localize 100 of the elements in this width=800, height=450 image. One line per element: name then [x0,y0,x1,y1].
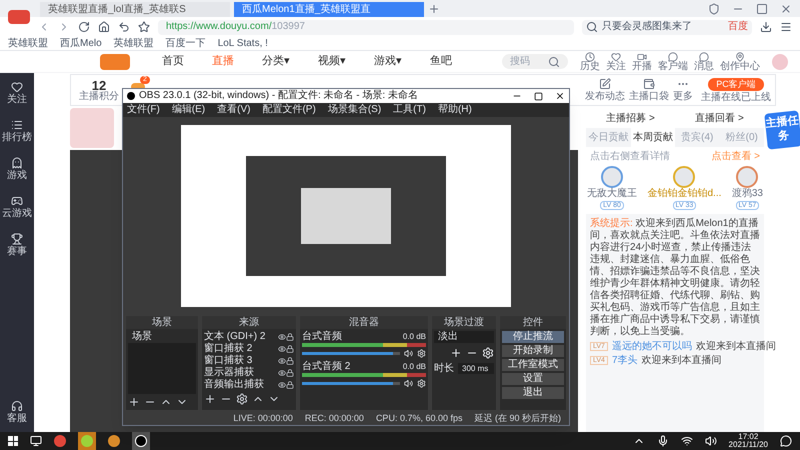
channel-reading: 0.0 dB [402,361,426,372]
menu-item[interactable]: 工具(T) [393,105,426,115]
bookmark[interactable]: LoL Stats, ! [218,38,268,48]
menu-item[interactable]: 编辑(E) [172,105,206,115]
room-link[interactable]: 主播招募 > [606,114,655,124]
header-link[interactable]: 消息 [694,52,714,72]
lock-icon[interactable] [286,345,294,353]
shield-icon[interactable] [708,3,720,15]
toolbar-item[interactable]: 发布动态 [585,78,625,102]
lock-icon[interactable] [286,369,294,377]
obs-logo-icon [127,92,135,100]
toolbar-item[interactable]: 更多 [673,78,693,102]
browser-taskbar-icon[interactable] [54,435,66,447]
source-item[interactable]: 显示器捕获 [204,367,278,379]
nav-link[interactable]: 分类▾ [262,53,290,70]
bookmark[interactable]: 英雄联盟 [114,38,154,48]
eye-icon[interactable] [278,345,286,353]
eye-icon[interactable] [278,381,286,389]
wallet-icon [643,78,655,90]
menu-item[interactable]: 帮助(H) [438,105,472,115]
browser-tab[interactable]: 西瓜Melon1直播_英雄联盟直 [234,2,424,17]
reload-icon[interactable] [78,21,90,33]
source-item[interactable]: 窗口捕获 3 [204,355,278,367]
source-item[interactable]: 窗口捕获 2 [204,343,278,355]
sidebar-item[interactable]: 赛事 [7,233,27,257]
sidebar-item[interactable]: 排行榜 [2,119,32,143]
microphone-icon[interactable] [656,435,669,447]
chat-icon [668,52,678,62]
sidebar-item[interactable]: 客服 [7,400,27,424]
clock-date: 2021/11/20 [728,441,768,449]
tab-title: 西瓜Melon1直播_英雄联盟直 [242,4,370,14]
source-item[interactable]: 文本 (GDI+) 2 [204,331,278,343]
source-item[interactable]: 音频输出捕获 [204,379,278,391]
header-link[interactable]: 创作中心 [720,52,760,72]
trophy-icon [11,233,23,245]
nav-link[interactable]: 视频▾ [318,53,346,70]
sidebar-item[interactable]: 游戏 [7,157,27,181]
duration-field[interactable]: 300 ms [458,363,494,374]
eye-icon[interactable] [278,357,286,365]
site-logo [100,54,130,70]
settings-icon[interactable] [417,379,426,388]
nav-link[interactable]: 首页 [162,53,184,70]
nav-link[interactable]: 游戏▾ [374,53,402,70]
room-link[interactable]: 直播回看 > [695,114,744,124]
speaker-icon[interactable] [404,379,413,388]
clock-time: 17:02 [738,433,758,441]
eye-icon[interactable] [278,333,286,341]
header-link[interactable]: 客户端 [658,52,688,72]
lock-icon[interactable] [286,333,294,341]
bookmark[interactable]: 西瓜Melo [60,38,102,48]
transition-select[interactable]: 淡出 [434,331,494,343]
sidebar-item[interactable]: 关注 [7,81,27,105]
control-button[interactable]: 工作室模式 [502,359,564,371]
add-icon[interactable] [128,396,140,408]
home-icon[interactable] [98,21,110,33]
close-icon[interactable] [555,91,565,101]
volume-icon[interactable] [704,435,717,447]
obs-taskbar-icon[interactable] [132,432,150,450]
notification-icon[interactable] [780,435,792,447]
settings-icon[interactable] [482,347,494,359]
control-button[interactable]: 设置 [502,373,564,385]
menu-item[interactable]: 查看(V) [217,105,250,115]
task-view-icon[interactable] [30,435,42,447]
settings-icon[interactable] [236,393,248,405]
toolbar-item[interactable]: 主播口袋 [629,78,669,102]
new-tab-icon[interactable] [428,3,440,15]
sidebar-item[interactable]: 云游戏 [2,195,32,219]
lock-icon[interactable] [286,381,294,389]
nav-link[interactable]: 鱼吧 [430,53,452,70]
header-link[interactable]: 关注 [606,52,626,72]
settings-icon[interactable] [417,349,426,358]
clock-icon [585,52,595,62]
add-icon[interactable] [450,347,462,359]
start-icon[interactable] [8,436,18,446]
add-icon[interactable] [204,393,216,405]
rank-tab[interactable]: 本周贡献 [630,128,675,147]
pig-avatar-drawing [70,108,114,148]
menu-item[interactable]: 配置文件(P) [262,105,316,115]
score-label: 主播积分 [79,92,119,102]
control-button[interactable]: 开始录制 [502,345,564,357]
download-icon[interactable] [760,21,772,33]
speaker-icon[interactable] [404,349,413,358]
bookmark[interactable]: 英雄联盟 [8,38,48,48]
browser-tab[interactable]: 英雄联盟直播_lol直播_英雄联S [40,2,230,17]
app-taskbar-icon[interactable] [108,435,120,447]
menu-item[interactable]: 场景集合(S) [328,105,382,115]
maximize-icon[interactable] [534,92,543,100]
search-field[interactable]: 只要会灵感图集来了 百度 [582,20,752,34]
header-link[interactable]: 历史 [580,52,600,72]
undo-icon[interactable] [118,21,130,33]
bookmark[interactable]: 百度一下 [166,38,206,48]
control-button[interactable]: 停止推流 [502,331,564,343]
lock-icon[interactable] [286,357,294,365]
menu-item[interactable]: 文件(F) [127,105,160,115]
favorite-icon[interactable] [138,21,150,33]
menu-icon[interactable] [780,21,792,33]
eye-icon[interactable] [278,369,286,377]
scene-item[interactable]: 场景 [128,331,196,343]
control-button[interactable]: 退出 [502,387,564,399]
header-link[interactable]: 开播 [632,52,652,72]
